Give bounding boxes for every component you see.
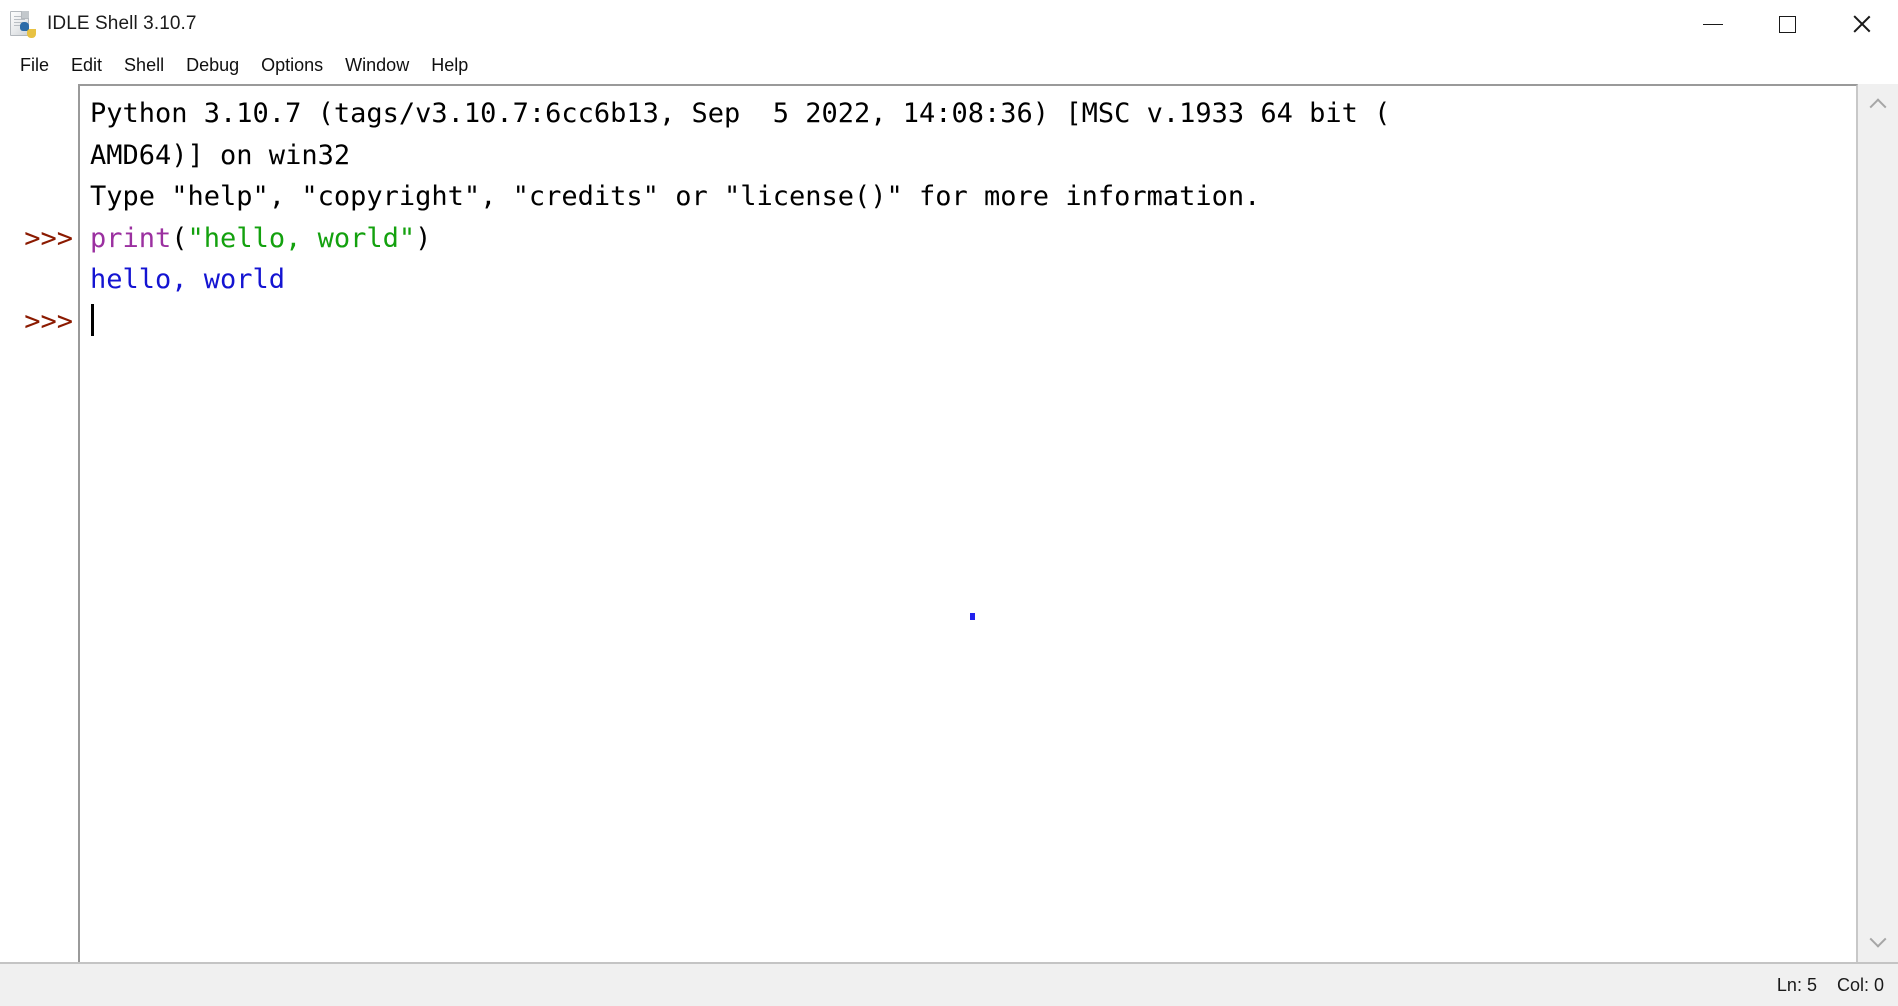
- code-token-plain: (: [171, 222, 188, 254]
- menu-item-debug[interactable]: Debug: [175, 52, 250, 80]
- minimize-button[interactable]: [1676, 0, 1750, 48]
- code-token-plain: Python 3.10.7 (tags/v3.10.7:6cc6b13, Sep…: [90, 98, 1391, 129]
- code-token-plain: Type "help", "copyright", "credits" or "…: [90, 181, 1261, 212]
- maximize-button[interactable]: [1750, 0, 1824, 48]
- shell-prompt: >>>: [24, 305, 73, 337]
- idle-shell-window: IDLE Shell 3.10.7 File Edit Shell Debug …: [0, 0, 1898, 1006]
- close-icon: [1850, 13, 1872, 35]
- gutter-blank: [0, 93, 80, 135]
- shell-line-banner: AMD64)] on win32: [80, 135, 1856, 177]
- stray-pixel-artifact: [970, 613, 975, 620]
- chevron-down-icon: [1869, 930, 1887, 948]
- shell-line-input: print("hello, world"): [80, 218, 1856, 260]
- code-token-builtin: print: [90, 222, 172, 254]
- maximize-icon: [1778, 15, 1796, 33]
- menu-item-shell[interactable]: Shell: [113, 52, 175, 80]
- menu-item-window[interactable]: Window: [334, 52, 420, 80]
- window-controls: [1676, 0, 1898, 48]
- title-bar: IDLE Shell 3.10.7: [0, 0, 1898, 48]
- shell-text-area[interactable]: Python 3.10.7 (tags/v3.10.7:6cc6b13, Sep…: [80, 84, 1858, 962]
- menu-item-options[interactable]: Options: [250, 52, 334, 80]
- status-bar: Ln: 5 Col: 0: [0, 962, 1898, 1006]
- minimize-icon: [1703, 23, 1723, 25]
- close-button[interactable]: [1824, 0, 1898, 48]
- menu-item-edit[interactable]: Edit: [60, 52, 113, 80]
- scroll-down-button[interactable]: [1858, 922, 1898, 962]
- shell-line-banner: Type "help", "copyright", "credits" or "…: [80, 176, 1856, 218]
- shell-line-banner: Python 3.10.7 (tags/v3.10.7:6cc6b13, Sep…: [80, 93, 1856, 135]
- status-col-indicator: Col: 0: [1836, 974, 1884, 995]
- text-cursor: [91, 303, 94, 336]
- menu-item-help[interactable]: Help: [420, 52, 479, 80]
- shell-line-output: hello, world: [80, 259, 1856, 301]
- code-token-plain: ): [415, 222, 432, 254]
- gutter-blank: [0, 259, 80, 301]
- chevron-up-icon: [1869, 98, 1887, 116]
- prompt-gutter: >>> >>>: [0, 84, 80, 962]
- shell-prompt: >>>: [24, 222, 73, 254]
- shell-line-input: [80, 301, 1856, 343]
- menu-item-file[interactable]: File: [9, 52, 60, 80]
- gutter-blank: [0, 135, 80, 177]
- window-title: IDLE Shell 3.10.7: [47, 13, 197, 34]
- code-token-stdout: hello, world: [90, 264, 286, 295]
- code-token-string: "hello, world": [187, 222, 416, 254]
- vertical-scrollbar[interactable]: [1858, 84, 1898, 962]
- code-token-plain: AMD64)] on win32: [90, 139, 351, 171]
- scroll-up-button[interactable]: [1858, 84, 1898, 124]
- status-line-indicator: Ln: 5: [1776, 974, 1817, 995]
- menu-bar: File Edit Shell Debug Options Window Hel…: [0, 48, 1898, 84]
- gutter-blank: [0, 176, 80, 218]
- python-document-icon: [10, 10, 36, 38]
- shell-area: >>> >>> Python 3.10.7 (tags/v3.10.7:6cc6b…: [0, 84, 1898, 962]
